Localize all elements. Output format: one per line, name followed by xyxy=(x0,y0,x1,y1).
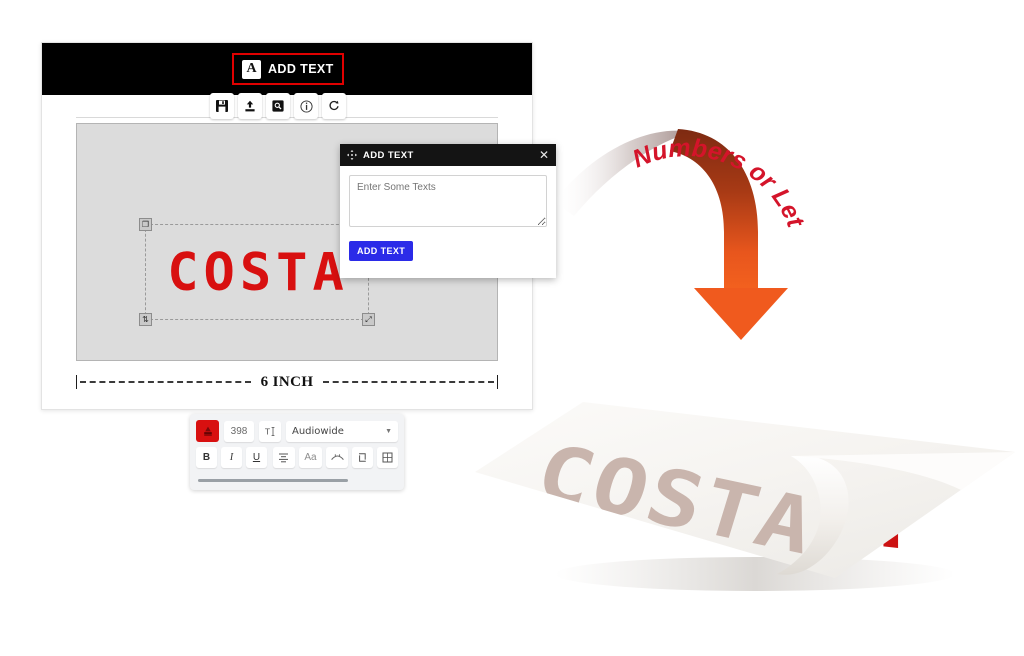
annotation-caption: Numbers or Letters xyxy=(552,20,810,232)
preview-icon[interactable] xyxy=(266,93,290,119)
ruler-cap-left xyxy=(76,375,77,389)
duplicate-handle[interactable]: ❐ xyxy=(139,218,152,231)
add-text-input[interactable] xyxy=(349,175,547,227)
dialog-header[interactable]: ADD TEXT ✕ xyxy=(340,144,556,166)
letter-a-icon: A xyxy=(242,59,261,79)
annotation-svg: Numbers or Letters xyxy=(552,20,810,340)
format-row-secondary: B I U Aa xyxy=(196,447,399,468)
text-height-icon[interactable]: T xyxy=(259,420,281,442)
text-format-toolbar: 398 T Audiowide ▼ B I U Aa xyxy=(190,414,404,490)
upload-icon[interactable] xyxy=(238,93,262,119)
canvas-text: COSTA xyxy=(167,243,349,303)
arrow-head xyxy=(694,288,788,340)
editor-toolbar-tiles xyxy=(210,93,346,119)
resize-handle[interactable]: ⤢ xyxy=(362,313,375,326)
editor-topbar: A ADD TEXT xyxy=(42,43,532,95)
italic-button[interactable]: I xyxy=(221,447,242,468)
reset-icon[interactable] xyxy=(322,93,346,119)
slider-track xyxy=(198,478,349,482)
curve-text-icon[interactable] xyxy=(326,447,349,468)
dialog-header-left: ADD TEXT xyxy=(347,150,414,161)
case-button[interactable]: Aa xyxy=(298,447,323,468)
bold-button[interactable]: B xyxy=(196,447,217,468)
close-icon[interactable]: ✕ xyxy=(539,149,549,161)
add-text-tab[interactable]: A ADD TEXT xyxy=(232,53,344,85)
annotation-arrow-group: Numbers or Letters xyxy=(552,20,852,350)
ruler-label: 6 INCH xyxy=(260,373,314,390)
selected-text-object[interactable]: COSTA ❐ ↻ ⇅ ⤢ xyxy=(139,218,375,326)
font-family-value: Audiowide xyxy=(292,425,344,437)
add-text-tab-label: ADD TEXT xyxy=(268,62,334,76)
format-row-primary: 398 T Audiowide ▼ xyxy=(196,420,398,442)
underline-button[interactable]: U xyxy=(246,447,267,468)
flip-icon[interactable] xyxy=(352,447,374,468)
size-slider[interactable] xyxy=(198,478,396,482)
dialog-body: ADD TEXT xyxy=(340,166,556,261)
screenshot-stage: A ADD TEXT COSTA ❐ ⇅ ⤢ 398 T Audiowide ▼… xyxy=(0,0,1024,656)
ruler-dash-left xyxy=(80,381,251,383)
save-icon[interactable] xyxy=(210,93,234,119)
text-color-swatch[interactable] xyxy=(196,420,219,442)
add-text-dialog: ADD TEXT ✕ ADD TEXT xyxy=(340,144,556,278)
dialog-submit-button[interactable]: ADD TEXT xyxy=(349,241,414,261)
layers-handle[interactable]: ⇅ xyxy=(139,313,152,326)
decal-svg: A COSTA xyxy=(475,402,1015,591)
chevron-down-icon: ▼ xyxy=(385,427,392,435)
grid-icon[interactable] xyxy=(377,447,399,468)
ruler: 6 INCH xyxy=(76,369,499,395)
svg-text:T: T xyxy=(265,427,270,436)
align-center-icon[interactable] xyxy=(273,447,295,468)
dialog-title: ADD TEXT xyxy=(363,149,414,161)
move-icon xyxy=(347,150,357,160)
font-size-input[interactable]: 398 xyxy=(224,420,254,442)
vinyl-decal-mockup: A COSTA xyxy=(455,360,1024,600)
info-icon[interactable] xyxy=(294,93,318,119)
font-family-select[interactable]: Audiowide ▼ xyxy=(286,420,398,442)
